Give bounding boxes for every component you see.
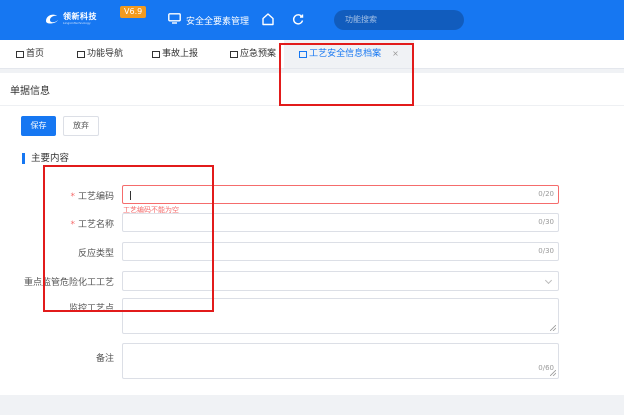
logo-icon bbox=[44, 12, 60, 25]
text-cursor bbox=[130, 191, 131, 200]
document-icon bbox=[77, 50, 85, 58]
process-name-input[interactable]: 0/30 bbox=[122, 213, 559, 232]
reaction-type-label: 反应类型 bbox=[77, 249, 114, 259]
document-icon bbox=[299, 50, 308, 58]
monitor-points-textarea[interactable] bbox=[122, 298, 559, 334]
refresh-icon[interactable] bbox=[291, 12, 305, 29]
char-counter: 0/30 bbox=[538, 218, 554, 226]
tabs-bar: 首页 功能导航 事故上报 应急预案 工艺安全信息档案 × bbox=[0, 40, 624, 69]
section-marker bbox=[22, 153, 25, 164]
document-icon bbox=[230, 50, 238, 58]
process-code-label: * 工艺编码 bbox=[70, 192, 114, 202]
tab-function-nav[interactable]: 功能导航 bbox=[77, 40, 123, 68]
required-mark: * bbox=[70, 192, 75, 202]
hazardous-process-select[interactable] bbox=[122, 271, 559, 291]
divider bbox=[0, 105, 624, 106]
required-mark: * bbox=[70, 220, 75, 230]
tab-label: 工艺安全信息档案 bbox=[309, 49, 382, 59]
tab-label: 应急预案 bbox=[240, 49, 277, 59]
close-icon[interactable]: × bbox=[392, 40, 399, 68]
tab-home[interactable]: 首页 bbox=[16, 40, 44, 68]
document-icon bbox=[152, 50, 160, 58]
tab-label: 功能导航 bbox=[87, 49, 124, 59]
process-name-label: * 工艺名称 bbox=[70, 220, 114, 230]
process-code-input[interactable]: 0/20 bbox=[122, 185, 559, 204]
remarks-label: 备注 bbox=[95, 354, 114, 364]
monitor-icon bbox=[168, 13, 181, 27]
function-search-input[interactable]: 功能搜索 bbox=[334, 10, 464, 30]
char-counter: 0/30 bbox=[538, 247, 554, 255]
page-footer bbox=[0, 395, 624, 415]
tab-emergency-plan[interactable]: 应急预案 bbox=[230, 40, 276, 68]
tab-accident-report[interactable]: 事故上报 bbox=[152, 40, 198, 68]
char-counter: 0/20 bbox=[538, 190, 554, 198]
resize-handle-icon[interactable] bbox=[550, 325, 556, 331]
save-button[interactable]: 保存 bbox=[21, 116, 56, 136]
discard-button[interactable]: 放弃 bbox=[63, 116, 99, 136]
chevron-down-icon bbox=[544, 276, 553, 285]
tab-label: 首页 bbox=[26, 49, 45, 59]
hazardous-process-label: 重点监管危险化工工艺 bbox=[23, 278, 114, 288]
tab-process-safety-archive[interactable]: 工艺安全信息档案 × bbox=[284, 40, 414, 68]
home-icon[interactable] bbox=[261, 12, 275, 29]
tab-label: 事故上报 bbox=[162, 49, 199, 59]
resize-handle-icon[interactable] bbox=[550, 370, 556, 376]
document-icon bbox=[16, 50, 24, 58]
section-title: 主要内容 bbox=[31, 153, 70, 164]
logo-name: 领新科技 bbox=[63, 11, 97, 21]
top-bar: 领新科技 LingxinTechnology V6.9 安全全要素管理 功能搜索 bbox=[0, 0, 624, 40]
monitor-points-label: 监控工艺点 bbox=[68, 304, 114, 314]
page-title: 单据信息 bbox=[10, 86, 50, 97]
logo-subtitle: LingxinTechnology bbox=[63, 20, 91, 25]
company-logo[interactable]: 领新科技 LingxinTechnology bbox=[44, 12, 97, 25]
reaction-type-input[interactable]: 0/30 bbox=[122, 242, 559, 261]
version-badge: V6.9 bbox=[120, 6, 147, 18]
system-switcher[interactable]: 安全全要素管理 bbox=[168, 13, 249, 27]
system-name: 安全全要素管理 bbox=[186, 16, 250, 27]
remarks-textarea[interactable]: 0/60 bbox=[122, 343, 559, 379]
